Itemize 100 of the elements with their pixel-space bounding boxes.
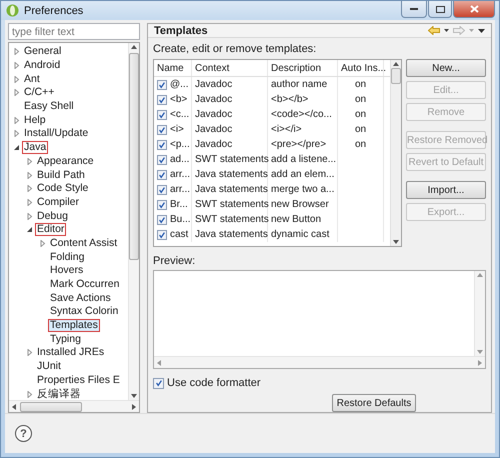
- table-cell: cast: [170, 229, 188, 240]
- scroll-up-icon[interactable]: [131, 45, 137, 49]
- checkbox[interactable]: [153, 378, 164, 388]
- page-title: Templates: [154, 24, 208, 36]
- table-cell: Javadoc: [195, 79, 232, 90]
- table-cell: SWT statements: [195, 214, 269, 225]
- expand-arrow-icon[interactable]: [26, 349, 33, 356]
- scrollbar[interactable]: [390, 60, 401, 246]
- expand-arrow-icon[interactable]: [26, 172, 33, 179]
- table-cell: on: [354, 139, 366, 150]
- tree-item[interactable]: C/C++: [22, 86, 56, 100]
- tree-item[interactable]: Code Style: [35, 182, 90, 196]
- checkbox[interactable]: [157, 170, 167, 180]
- table-cell: on: [354, 94, 366, 105]
- collapse-arrow-icon[interactable]: [13, 144, 20, 152]
- checkbox[interactable]: [157, 200, 167, 210]
- table-cell: <pre></pre>: [271, 139, 326, 150]
- tree-item[interactable]: Java: [22, 141, 48, 154]
- expand-arrow-icon[interactable]: [26, 158, 33, 165]
- dropdown-icon[interactable]: [444, 29, 449, 32]
- checkbox[interactable]: [157, 80, 167, 90]
- tree-item[interactable]: Install/Update: [22, 127, 90, 140]
- templates-table[interactable]: [153, 59, 402, 247]
- checkbox[interactable]: [157, 154, 167, 164]
- maximize-button[interactable]: [428, 1, 452, 18]
- back-arrow-icon[interactable]: [428, 26, 440, 35]
- expand-arrow-icon[interactable]: [26, 185, 33, 192]
- scroll-down-icon[interactable]: [393, 240, 399, 244]
- tree-item[interactable]: Typing: [48, 332, 83, 346]
- expand-arrow-icon[interactable]: [39, 240, 46, 247]
- scroll-thumb[interactable]: [20, 402, 82, 412]
- scrollbar[interactable]: [9, 400, 139, 412]
- close-button[interactable]: [453, 1, 495, 18]
- tree-item[interactable]: Build Path: [35, 168, 87, 182]
- tree-item[interactable]: Hovers: [48, 264, 86, 278]
- tree-item[interactable]: Android: [22, 59, 62, 72]
- table-cell: add a listene...: [271, 154, 336, 165]
- tree-item[interactable]: Help: [22, 114, 48, 127]
- checkbox[interactable]: [157, 94, 167, 104]
- scroll-left-icon[interactable]: [12, 404, 16, 410]
- scroll-right-icon[interactable]: [132, 404, 136, 410]
- column-header[interactable]: Name: [157, 62, 184, 74]
- expand-arrow-icon[interactable]: [13, 89, 20, 96]
- column-header[interactable]: Auto Ins...: [341, 62, 386, 74]
- expand-arrow-icon[interactable]: [26, 198, 33, 206]
- tree-item[interactable]: Templates: [48, 319, 100, 332]
- checkbox[interactable]: [157, 124, 167, 134]
- expand-arrow-icon[interactable]: [13, 76, 20, 83]
- tree-item[interactable]: 反编译器: [35, 388, 83, 400]
- checkbox-label[interactable]: Use code formatter: [167, 377, 261, 389]
- table-cell: ad...: [170, 154, 190, 165]
- filter-field[interactable]: type filter text: [8, 23, 140, 40]
- tree-item[interactable]: Properties Files E: [35, 374, 122, 387]
- checkbox[interactable]: [157, 214, 167, 224]
- tree-item[interactable]: Folding: [48, 250, 86, 264]
- tree-item[interactable]: Syntax Colorin: [48, 305, 120, 318]
- tree-item[interactable]: Ant: [22, 72, 42, 86]
- scroll-thumb[interactable]: [391, 68, 401, 84]
- checkbox[interactable]: [157, 184, 167, 194]
- table-cell: arr...: [170, 184, 190, 195]
- column-header[interactable]: Description: [271, 62, 322, 74]
- tree-item[interactable]: Appearance: [35, 154, 96, 168]
- tree-item[interactable]: Editor: [35, 223, 66, 236]
- tree-item[interactable]: Installed JREs: [35, 346, 106, 360]
- tree-item[interactable]: Save Actions: [48, 292, 113, 305]
- tree-item[interactable]: JUnit: [35, 360, 63, 374]
- expand-arrow-icon[interactable]: [13, 116, 20, 124]
- table-cell: Java statements: [195, 229, 268, 240]
- checkbox[interactable]: [157, 230, 167, 240]
- tree-item[interactable]: Compiler: [35, 196, 82, 209]
- restore-defaults-button[interactable]: Restore Defaults: [332, 394, 416, 412]
- expand-arrow-icon[interactable]: [13, 130, 20, 138]
- scroll-up-icon[interactable]: [393, 62, 399, 66]
- expand-arrow-icon[interactable]: [13, 48, 20, 56]
- column-header[interactable]: Context: [195, 62, 230, 74]
- table-cell: Javadoc: [195, 124, 232, 135]
- minimize-button[interactable]: [401, 1, 427, 18]
- checkbox[interactable]: [157, 110, 167, 120]
- button[interactable]: New...: [406, 59, 486, 77]
- help-button[interactable]: ?: [15, 425, 32, 442]
- table-cell: Javadoc: [195, 94, 232, 105]
- expand-arrow-icon[interactable]: [26, 212, 33, 220]
- tree-item[interactable]: Easy Shell: [22, 100, 76, 114]
- expand-arrow-icon[interactable]: [26, 390, 33, 398]
- menu-icon[interactable]: [478, 28, 485, 32]
- tree-item[interactable]: Debug: [35, 210, 70, 223]
- tree-item[interactable]: Content Assist: [48, 236, 120, 250]
- scrollbar[interactable]: [128, 43, 139, 400]
- collapse-arrow-icon[interactable]: [26, 226, 33, 234]
- tree-item[interactable]: General: [22, 45, 64, 58]
- app-icon: [6, 4, 19, 17]
- table-cell: SWT statements: [195, 199, 269, 210]
- expand-arrow-icon[interactable]: [13, 62, 20, 70]
- scroll-thumb[interactable]: [129, 53, 139, 260]
- table-cell: dynamic cast: [271, 229, 330, 240]
- checkbox[interactable]: [157, 140, 167, 150]
- table-cell: @...: [170, 79, 188, 90]
- scroll-down-icon[interactable]: [131, 394, 137, 398]
- tree-item[interactable]: Mark Occurren: [48, 278, 122, 292]
- button[interactable]: Import...: [406, 181, 486, 199]
